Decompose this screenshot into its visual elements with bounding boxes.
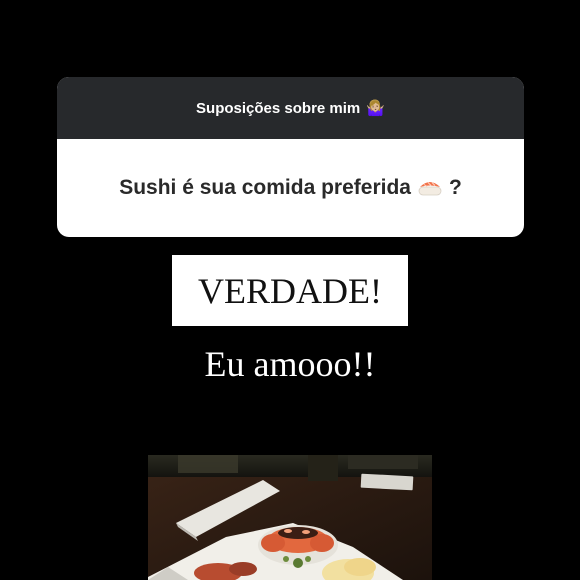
question-mark: ? xyxy=(448,176,462,199)
sushi-photo xyxy=(148,455,432,580)
caption-text: Eu amooo!! xyxy=(204,344,376,384)
shrug-emoji-icon: 🤷🏼‍♀️ xyxy=(366,99,385,117)
question-sticker-body: Sushi é sua comida preferida ? xyxy=(57,139,524,237)
answer-label-box: VERDADE! xyxy=(172,255,408,326)
question-sticker-title: Suposições sobre mim xyxy=(196,99,361,117)
sushi-photo-image xyxy=(148,455,432,580)
question-sticker[interactable]: Suposições sobre mim 🤷🏼‍♀️ Sushi é sua c… xyxy=(57,77,524,237)
sushi-icon xyxy=(417,178,443,198)
question-text: Sushi é sua comida preferida xyxy=(119,176,411,199)
answer-label: VERDADE! xyxy=(198,270,382,311)
question-sticker-header: Suposições sobre mim 🤷🏼‍♀️ xyxy=(57,77,524,139)
